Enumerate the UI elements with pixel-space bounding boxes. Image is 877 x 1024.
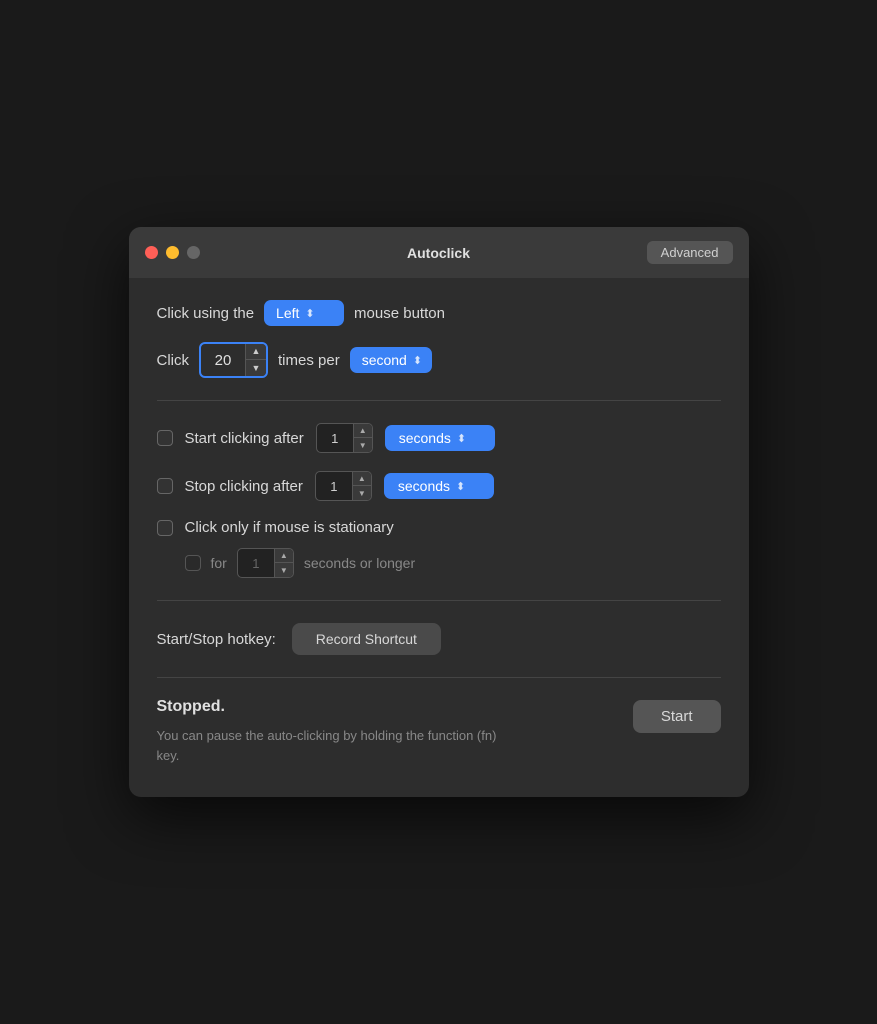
start-after-row: Start clicking after ▲ ▼ seconds ⬍ — [157, 423, 721, 453]
frequency-value: second — [362, 352, 407, 368]
stop-after-input[interactable] — [316, 476, 352, 497]
stop-unit-value: seconds — [398, 478, 450, 494]
stop-after-down-button[interactable]: ▼ — [353, 486, 371, 500]
stop-after-up-button[interactable]: ▲ — [353, 472, 371, 486]
status-hint: You can pause the auto-clicking by holdi… — [157, 726, 517, 765]
times-per-label: times per — [278, 352, 340, 369]
start-button[interactable]: Start — [633, 700, 721, 733]
app-window: Autoclick Advanced Click using the Left … — [129, 227, 749, 797]
stationary-checkbox[interactable] — [157, 520, 173, 536]
status-text: Stopped. — [157, 698, 633, 716]
close-button[interactable] — [145, 246, 158, 259]
stop-unit-dropdown[interactable]: seconds ⬍ — [384, 473, 494, 499]
hotkey-section: Start/Stop hotkey: Record Shortcut — [157, 601, 721, 678]
click-count-stepper: ▲ ▼ — [199, 342, 268, 378]
click-count-up-button[interactable]: ▲ — [246, 344, 266, 360]
main-content: Click using the Left ⬍ mouse button Clic… — [129, 278, 749, 797]
stationary-buttons: ▲ ▼ — [274, 549, 293, 577]
mouse-button-dropdown[interactable]: Left ⬍ — [264, 300, 344, 326]
stop-after-row: Stop clicking after ▲ ▼ seconds ⬍ — [157, 471, 721, 501]
mouse-button-suffix: mouse button — [354, 305, 445, 322]
stop-after-checkbox[interactable] — [157, 478, 173, 494]
start-after-up-button[interactable]: ▲ — [354, 424, 372, 438]
minimize-button[interactable] — [166, 246, 179, 259]
chevron-updown-icon: ⬍ — [305, 307, 314, 320]
titlebar: Autoclick Advanced — [129, 227, 749, 278]
stationary-row: Click only if mouse is stationary — [157, 519, 721, 536]
hotkey-label: Start/Stop hotkey: — [157, 631, 276, 648]
start-after-down-button[interactable]: ▼ — [354, 438, 372, 452]
traffic-lights — [145, 246, 200, 259]
click-count-down-button[interactable]: ▼ — [246, 360, 266, 376]
stationary-up-button[interactable]: ▲ — [275, 549, 293, 563]
stationary-input[interactable] — [238, 553, 274, 574]
stop-after-buttons: ▲ ▼ — [352, 472, 371, 500]
stationary-sub-row: for ▲ ▼ seconds or longer — [157, 548, 721, 578]
chevron-updown-icon: ⬍ — [456, 480, 465, 493]
timing-section: Start clicking after ▲ ▼ seconds ⬍ Stop … — [157, 401, 721, 601]
chevron-updown-icon: ⬍ — [413, 354, 422, 367]
fullscreen-button[interactable] — [187, 246, 200, 259]
stationary-down-button[interactable]: ▼ — [275, 563, 293, 577]
stationary-stepper: ▲ ▼ — [237, 548, 294, 578]
mouse-button-row: Click using the Left ⬍ mouse button — [157, 300, 721, 326]
status-section: Stopped. You can pause the auto-clicking… — [157, 678, 721, 775]
stationary-sub-checkbox[interactable] — [185, 555, 201, 571]
click-using-prefix: Click using the — [157, 305, 255, 322]
start-after-checkbox[interactable] — [157, 430, 173, 446]
stop-after-stepper: ▲ ▼ — [315, 471, 372, 501]
click-count-buttons: ▲ ▼ — [245, 344, 266, 376]
advanced-button[interactable]: Advanced — [647, 241, 733, 264]
start-after-buttons: ▲ ▼ — [353, 424, 372, 452]
stationary-suffix: seconds or longer — [304, 555, 415, 571]
start-after-label: Start clicking after — [185, 430, 304, 447]
stop-after-label: Stop clicking after — [185, 478, 303, 495]
start-after-input[interactable] — [317, 428, 353, 449]
stationary-for-label: for — [211, 555, 227, 571]
mouse-button-value: Left — [276, 305, 299, 321]
window-title: Autoclick — [407, 245, 470, 261]
stationary-section: Click only if mouse is stationary for ▲ … — [157, 519, 721, 578]
click-rate-section: Click using the Left ⬍ mouse button Clic… — [157, 300, 721, 401]
frequency-dropdown[interactable]: second ⬍ — [350, 347, 432, 373]
click-rate-row: Click ▲ ▼ times per second ⬍ — [157, 342, 721, 378]
record-shortcut-button[interactable]: Record Shortcut — [292, 623, 441, 655]
start-after-stepper: ▲ ▼ — [316, 423, 373, 453]
stationary-label: Click only if mouse is stationary — [185, 519, 394, 536]
start-unit-dropdown[interactable]: seconds ⬍ — [385, 425, 495, 451]
click-prefix: Click — [157, 352, 190, 369]
status-left: Stopped. You can pause the auto-clicking… — [157, 698, 633, 765]
chevron-updown-icon: ⬍ — [457, 432, 466, 445]
click-count-input[interactable] — [201, 348, 245, 373]
start-unit-value: seconds — [399, 430, 451, 446]
